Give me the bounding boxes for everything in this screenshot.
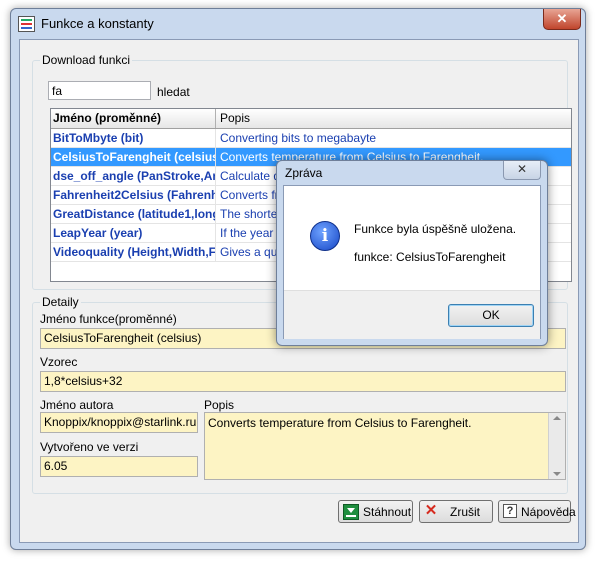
download-group-legend: Download funkci	[40, 53, 133, 67]
cell-name: CelsiusToFarengheit (celsius)	[53, 148, 216, 166]
cancel-button-label: Zrušit	[450, 505, 480, 519]
description-label: Popis	[204, 398, 235, 412]
author-label: Jméno autora	[40, 398, 114, 412]
formula-label: Vzorec	[40, 355, 78, 369]
formula-field[interactable]: 1,8*celsius+32	[40, 371, 566, 392]
cell-name: Videoquality (Height,Width,Fr	[53, 243, 216, 261]
description-field[interactable]: Converts temperature from Celsius to Far…	[204, 412, 566, 480]
table-row[interactable]: BitToMbyte (bit) Converting bits to mega…	[51, 129, 571, 148]
cell-name: Fahrenheit2Celsius (Fahrenhe	[53, 186, 216, 204]
help-button-label: Nápověda	[521, 505, 576, 519]
ok-button[interactable]: OK	[448, 304, 534, 327]
function-name-label: Jméno funkce(proměnné)	[40, 312, 177, 326]
cell-name: BitToMbyte (bit)	[51, 129, 216, 147]
download-icon	[343, 504, 359, 520]
scroll-down-icon[interactable]	[553, 472, 561, 476]
cancel-button[interactable]: ✕ Zrušit	[419, 500, 493, 523]
download-button[interactable]: Stáhnout	[338, 500, 413, 523]
cell-description: Converting bits to megabayte	[220, 131, 377, 145]
cancel-x-icon: ✕	[424, 502, 438, 519]
search-label: hledat	[157, 85, 190, 99]
calculator-icon	[18, 16, 35, 32]
author-field[interactable]: Knoppix/knoppix@starlink.ru	[40, 412, 198, 433]
cell-name: dse_off_angle (PanStroke,An	[53, 167, 216, 185]
dialog-body: i Funkce byla úspěšně uložena. funkce: C…	[283, 185, 541, 339]
cell-name: LeapYear (year)	[51, 224, 216, 242]
dialog-footer: OK	[284, 290, 540, 339]
dialog-detail: funkce: CelsiusToFarengheit	[354, 250, 506, 264]
detail-group-legend: Detaily	[40, 295, 81, 309]
search-input[interactable]: fa	[48, 81, 151, 100]
description-text: Converts temperature from Celsius to Far…	[208, 416, 472, 430]
help-button[interactable]: ? Nápověda	[498, 500, 576, 523]
cell-name: GreatDistance (latitude1,long	[53, 205, 216, 223]
dialog-title: Zpráva	[285, 166, 323, 180]
table-header: Jméno (proměnné) Popis	[51, 109, 571, 129]
description-scrollbar[interactable]	[548, 413, 565, 479]
window-title: Funkce a konstanty	[41, 16, 154, 31]
close-button[interactable]: ✕	[543, 9, 581, 30]
version-field[interactable]: 6.05	[40, 456, 198, 477]
version-label: Vytvořeno ve verzi	[40, 440, 139, 454]
dialog-close-button[interactable]: ✕	[503, 161, 541, 180]
message-dialog: Zpráva ✕ i Funkce byla úspěšně uložena. …	[276, 160, 548, 346]
download-button-label: Stáhnout	[363, 505, 412, 519]
scroll-up-icon[interactable]	[553, 416, 561, 420]
dialog-message: Funkce byla úspěšně uložena.	[354, 222, 517, 236]
information-icon: i	[310, 221, 340, 251]
help-icon: ?	[503, 504, 517, 518]
column-header-name[interactable]: Jméno (proměnné)	[51, 109, 216, 128]
window-titlebar[interactable]: Funkce a konstanty ✕	[11, 9, 585, 37]
column-header-description[interactable]: Popis	[218, 109, 250, 128]
